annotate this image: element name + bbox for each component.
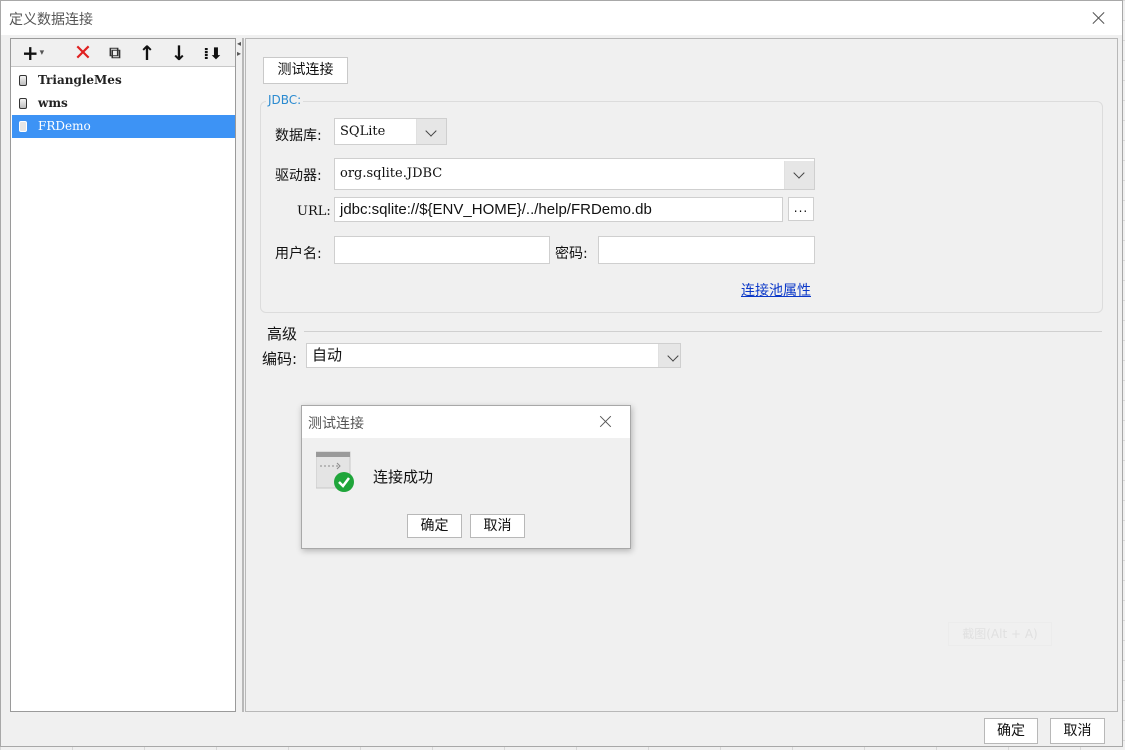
move-down-button[interactable]: ↓	[167, 41, 191, 65]
advanced-heading: 高级	[267, 325, 298, 343]
cancel-button[interactable]: 取消	[1050, 718, 1105, 744]
copy-connection-button[interactable]: ⧉	[103, 41, 127, 65]
dialog-titlebar: 测试连接	[302, 406, 630, 438]
connection-list: TriangleMes wms FRDemo	[12, 69, 235, 138]
chevron-down-icon[interactable]	[784, 161, 814, 189]
database-icon	[19, 75, 27, 86]
copy-icon: ⧉	[109, 43, 121, 62]
username-label: 用户名:	[275, 246, 322, 262]
define-connection-window: 定义数据连接 + ▾ ✕ ⧉ ↑ ↓ ⁞⬇ TriangleMes wms FR…	[0, 0, 1123, 747]
driver-select-value: org.sqlite.JDBC	[340, 166, 443, 181]
database-icon	[19, 98, 27, 109]
window-title: 定义数据连接	[9, 12, 93, 28]
url-browse-button[interactable]: ...	[788, 197, 814, 221]
encoding-select-value: 自动	[312, 346, 343, 364]
list-item[interactable]: wms	[12, 92, 235, 115]
connection-name: TriangleMes	[38, 73, 122, 87]
screenshot-hint-watermark: 截图(Alt + A)	[948, 622, 1052, 646]
window-close-icon[interactable]	[1088, 7, 1110, 29]
driver-label: 驱动器:	[275, 168, 322, 184]
dialog-title: 测试连接	[308, 416, 364, 432]
connection-success-icon	[316, 451, 354, 492]
url-input[interactable]: jdbc:sqlite://${ENV_HOME}/../help/FRDemo…	[334, 197, 783, 222]
chevron-down-icon[interactable]	[416, 119, 446, 144]
connection-settings-panel: 测试连接 JDBC: 数据库: SQLite 驱动器: org.sqlite.J…	[245, 38, 1118, 712]
encoding-select[interactable]: 自动	[306, 343, 681, 368]
sort-button[interactable]: ⁞⬇	[199, 41, 227, 65]
driver-select[interactable]: org.sqlite.JDBC	[334, 158, 815, 190]
database-icon	[19, 121, 27, 132]
password-label: 密码:	[555, 246, 588, 262]
password-input[interactable]	[598, 236, 815, 264]
sort-icon: ⁞⬇	[203, 43, 223, 63]
list-item[interactable]: TriangleMes	[12, 69, 235, 92]
arrow-down-icon: ↓	[170, 41, 188, 65]
advanced-divider	[304, 331, 1102, 332]
dropdown-arrow-icon: ▾	[39, 48, 45, 58]
connection-name: FRDemo	[38, 119, 91, 133]
url-input-value: jdbc:sqlite://${ENV_HOME}/../help/FRDemo…	[340, 201, 652, 218]
connection-pool-link[interactable]: 连接池属性	[741, 280, 811, 300]
username-input[interactable]	[334, 236, 550, 264]
database-select-value: SQLite	[340, 124, 386, 139]
list-item-selected[interactable]: FRDemo	[12, 115, 235, 138]
arrow-up-icon: ↑	[138, 41, 156, 65]
database-select[interactable]: SQLite	[334, 118, 447, 145]
delete-icon: ✕	[73, 40, 93, 66]
url-label: URL:	[297, 204, 331, 219]
chevron-down-icon[interactable]	[658, 344, 680, 367]
window-titlebar: 定义数据连接	[1, 1, 1122, 35]
database-label: 数据库:	[275, 128, 322, 144]
test-connection-button[interactable]: 测试连接	[263, 57, 348, 84]
ok-button[interactable]: 确定	[984, 718, 1038, 744]
connection-name: wms	[38, 96, 68, 110]
dialog-cancel-button[interactable]: 取消	[470, 514, 525, 538]
add-connection-button[interactable]: + ▾	[18, 41, 48, 65]
panel-splitter[interactable]	[242, 38, 244, 712]
encoding-label: 编码:	[262, 350, 298, 368]
dialog-ok-button[interactable]: 确定	[407, 514, 462, 538]
dialog-close-icon[interactable]	[596, 412, 616, 432]
delete-connection-button[interactable]: ✕	[71, 40, 95, 66]
test-connection-dialog: 测试连接 连接成功 确定 取消	[301, 405, 631, 549]
plus-icon: +	[21, 41, 39, 65]
move-up-button[interactable]: ↑	[135, 41, 159, 65]
connection-toolbar: + ▾ ✕ ⧉ ↑ ↓ ⁞⬇	[11, 39, 235, 67]
jdbc-legend: JDBC:	[266, 93, 304, 107]
dialog-message: 连接成功	[373, 468, 434, 486]
connection-list-panel: + ▾ ✕ ⧉ ↑ ↓ ⁞⬇ TriangleMes wms FRDemo	[10, 38, 236, 712]
